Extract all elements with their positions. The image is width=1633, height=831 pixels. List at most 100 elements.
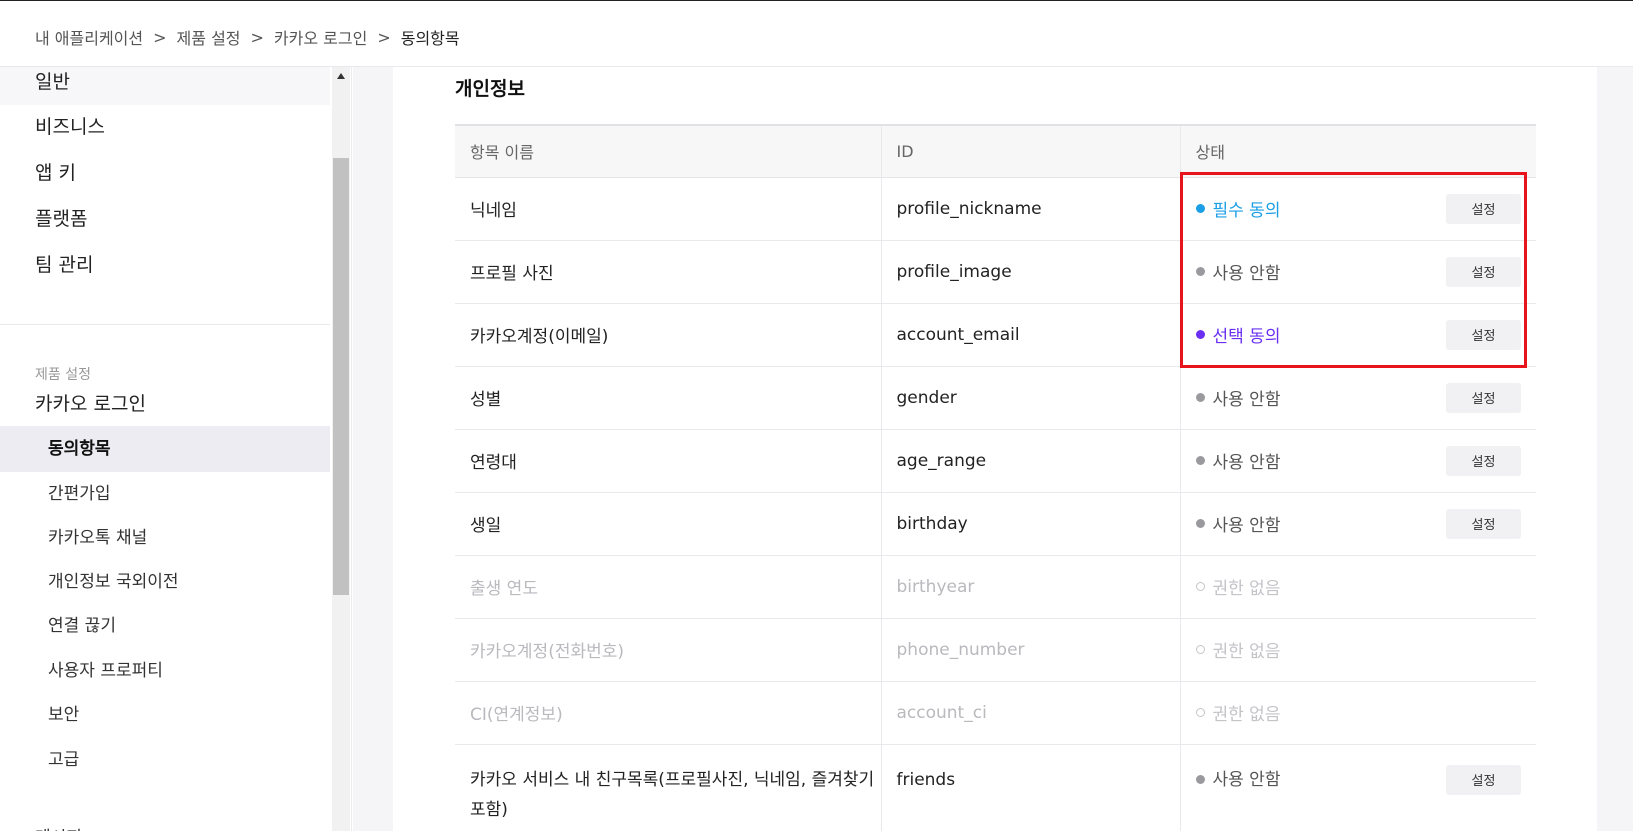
status-dot-icon [1195, 204, 1205, 213]
consent-items-table: 항목 이름 ID 상태 닉네임 profile_nickname 필수 동의 설… [455, 124, 1536, 831]
sidebar-subitem-overseas-transfer[interactable]: 개인정보 국외이전 [0, 559, 330, 605]
item-status: 권한 없음 [1212, 705, 1281, 725]
item-status: 사용 안함 [1212, 390, 1281, 410]
breadcrumb-my-applications[interactable]: 내 애플리케이션 [35, 25, 143, 49]
item-status: 사용 안함 [1212, 769, 1281, 790]
sidebar-item-business[interactable]: 비즈니스 [0, 104, 330, 150]
sidebar-subitem-unlink[interactable]: 연결 끊기 [0, 603, 330, 649]
item-status: 선택 동의 [1212, 327, 1281, 347]
sidebar-subitem-simple-signup[interactable]: 간편가입 [0, 471, 330, 517]
item-name: 출생 연도 [455, 555, 881, 619]
sidebar-divider [0, 324, 330, 325]
table-row: 카카오계정(이메일) account_email 선택 동의 설정 [455, 303, 1536, 367]
item-name: 프로필 사진 [455, 240, 881, 304]
setting-button[interactable]: 설정 [1446, 382, 1521, 413]
item-name: CI(연계정보) [455, 681, 881, 745]
breadcrumb-separator: > [153, 27, 167, 47]
setting-button[interactable]: 설정 [1446, 445, 1521, 476]
setting-button[interactable]: 설정 [1446, 193, 1521, 224]
sidebar-item-app-key[interactable]: 앱 키 [0, 150, 330, 196]
scroll-up-arrow-icon[interactable] [337, 73, 345, 79]
status-dot-icon [1195, 775, 1205, 784]
scrollbar-thumb[interactable] [333, 158, 349, 595]
item-name: 성별 [455, 366, 881, 430]
table-row: 출생 연도 birthyear 권한 없음 [455, 555, 1536, 619]
item-name: 닉네임 [455, 177, 881, 241]
item-id: gender [880, 366, 1180, 430]
table-row: 성별 gender 사용 안함 설정 [455, 366, 1536, 430]
item-id: phone_number [880, 618, 1180, 682]
item-status: 필수 동의 [1212, 201, 1281, 221]
table-row: 생일 birthday 사용 안함 설정 [455, 492, 1536, 556]
item-name: 카카오계정(이메일) [455, 303, 881, 367]
item-id: birthday [880, 492, 1180, 556]
item-status: 권한 없음 [1212, 642, 1281, 662]
item-id: profile_image [880, 240, 1180, 304]
sidebar-item-team-management[interactable]: 팀 관리 [0, 242, 330, 288]
status-dot-icon [1195, 456, 1205, 465]
status-dot-icon [1195, 708, 1205, 717]
item-id: friends [880, 744, 1180, 831]
item-status-cell: 필수 동의 설정 [1179, 177, 1536, 241]
sidebar-subitem-kakaotalk-channel[interactable]: 카카오톡 채널 [0, 515, 330, 561]
item-id: profile_nickname [880, 177, 1180, 241]
sidebar-scrollbar[interactable] [332, 67, 350, 831]
sidebar-item-general[interactable]: 일반 [0, 67, 330, 105]
table-row: 카카오 서비스 내 친구목록(프로필사진, 닉네임, 즐겨찾기 포함) frie… [455, 744, 1536, 831]
table-row: 프로필 사진 profile_image 사용 안함 설정 [455, 240, 1536, 304]
item-status-cell: 권한 없음 [1179, 555, 1536, 619]
sidebar-subitem-consent-items[interactable]: 동의항목 [0, 426, 330, 472]
status-dot-icon [1195, 393, 1205, 402]
item-status-cell: 사용 안함 설정 [1179, 429, 1536, 493]
item-name: 카카오계정(전화번호) [455, 618, 881, 682]
item-status-cell: 권한 없음 [1179, 618, 1536, 682]
item-name: 카카오 서비스 내 친구목록(프로필사진, 닉네임, 즐겨찾기 포함) [455, 744, 881, 831]
sidebar-item-kakao-login[interactable]: 카카오 로그인 [0, 381, 330, 427]
item-status-cell: 사용 안함 설정 [1179, 240, 1536, 304]
sidebar-subitem-user-properties[interactable]: 사용자 프로퍼티 [0, 648, 330, 694]
status-dot-icon [1195, 582, 1205, 591]
item-status-cell: 사용 안함 설정 [1179, 366, 1536, 430]
setting-button[interactable]: 설정 [1446, 319, 1521, 350]
status-dot-icon [1195, 267, 1205, 276]
table-row: 카카오계정(전화번호) phone_number 권한 없음 [455, 618, 1536, 682]
item-id: account_email [880, 303, 1180, 367]
item-status: 사용 안함 [1212, 453, 1281, 473]
status-dot-icon [1195, 645, 1205, 654]
sidebar: 일반 비즈니스 앱 키 플랫폼 팀 관리 제품 설정 카카오 로그인 동의항목 … [0, 67, 352, 831]
sidebar-subitem-security[interactable]: 보안 [0, 692, 330, 738]
setting-button[interactable]: 설정 [1446, 508, 1521, 539]
table-row: 연령대 age_range 사용 안함 설정 [455, 429, 1536, 493]
table-row: CI(연계정보) account_ci 권한 없음 [455, 681, 1536, 745]
breadcrumb-product-settings[interactable]: 제품 설정 [177, 25, 241, 49]
item-id: account_ci [880, 681, 1180, 745]
status-dot-icon [1195, 519, 1205, 528]
breadcrumb-kakao-login[interactable]: 카카오 로그인 [274, 25, 367, 49]
item-status-cell: 사용 안함 설정 [1179, 744, 1536, 831]
breadcrumb-current: 동의항목 [400, 29, 460, 48]
breadcrumb-separator: > [377, 27, 391, 47]
item-status: 권한 없음 [1212, 579, 1281, 599]
sidebar-subitem-advanced[interactable]: 고급 [0, 737, 330, 783]
column-header-name: 항목 이름 [455, 125, 881, 178]
item-name: 생일 [455, 492, 881, 556]
item-status-cell: 사용 안함 설정 [1179, 492, 1536, 556]
breadcrumb: 내 애플리케이션 > 제품 설정 > 카카오 로그인 > 동의항목 [0, 1, 1633, 67]
item-status: 사용 안함 [1212, 264, 1281, 284]
column-header-status: 상태 [1179, 125, 1536, 178]
item-id: birthyear [880, 555, 1180, 619]
table-header-row: 항목 이름 ID 상태 [455, 125, 1536, 178]
table-row: 닉네임 profile_nickname 필수 동의 설정 [455, 177, 1536, 241]
breadcrumb-separator: > [250, 27, 264, 47]
section-title: 개인정보 [455, 78, 525, 100]
column-header-id: ID [880, 125, 1180, 178]
sidebar-item-message[interactable]: 메시지 [35, 823, 82, 831]
item-status: 사용 안함 [1212, 516, 1281, 536]
item-status-cell: 선택 동의 설정 [1179, 303, 1536, 367]
sidebar-item-platform[interactable]: 플랫폼 [0, 196, 330, 242]
setting-button[interactable]: 설정 [1446, 256, 1521, 287]
item-name: 연령대 [455, 429, 881, 493]
setting-button[interactable]: 설정 [1446, 764, 1521, 795]
item-status-cell: 권한 없음 [1179, 681, 1536, 745]
item-id: age_range [880, 429, 1180, 493]
